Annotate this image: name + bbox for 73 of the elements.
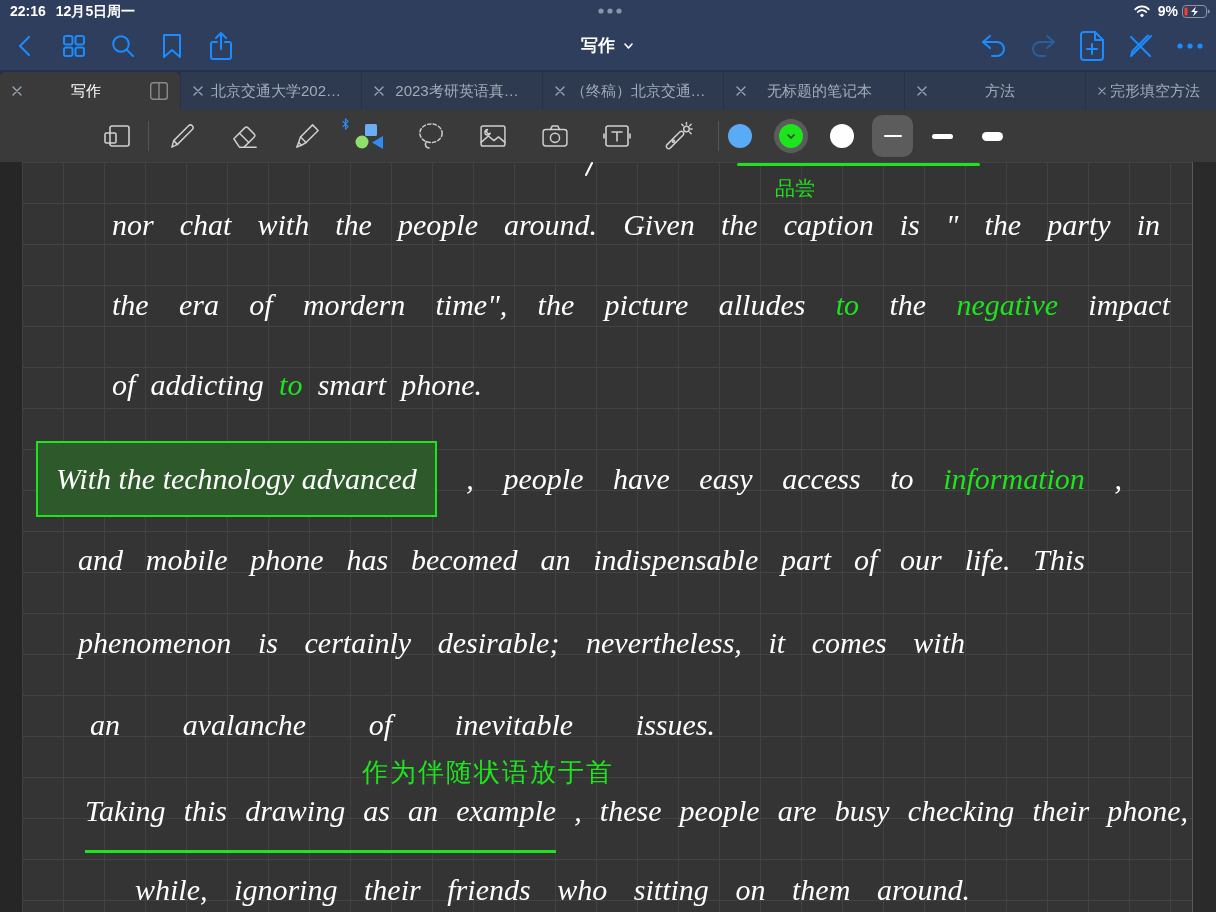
color-swatch-icon[interactable] xyxy=(830,124,854,148)
handwritten-text: the era of mordern time", the picture alludes xyxy=(112,288,806,321)
tab[interactable]: 完形填空方法 xyxy=(1086,72,1216,110)
highlighter-icon[interactable] xyxy=(294,123,320,149)
handwritten-text: , people have easy access to xyxy=(466,462,914,495)
notebook-title[interactable]: 写作 xyxy=(581,33,633,59)
handwritten-text: impact xyxy=(1088,288,1170,321)
close-icon[interactable] xyxy=(917,86,927,96)
more-icon[interactable] xyxy=(1176,43,1203,49)
add-page-icon[interactable] xyxy=(1079,31,1104,61)
tab[interactable]: （终稿）北京交通… xyxy=(543,72,723,110)
close-icon[interactable] xyxy=(374,86,384,96)
share-icon[interactable] xyxy=(209,32,232,60)
handwritten-note: 作为伴随状语放于首 xyxy=(362,758,614,786)
image-icon[interactable] xyxy=(480,125,506,147)
text-box-icon[interactable] xyxy=(603,124,631,148)
close-icon[interactable] xyxy=(736,86,746,96)
handwritten-text: phenomenon is certainly desirable; nevertheless, it comes with xyxy=(78,626,965,659)
split-view-icon[interactable] xyxy=(150,82,168,100)
tab[interactable]: 写作 xyxy=(0,72,180,110)
handwritten-text: smart phone. xyxy=(317,368,483,401)
bluetooth-icon xyxy=(342,118,349,130)
battery-icon xyxy=(1182,4,1210,18)
handwritten-text: negative xyxy=(956,288,1058,321)
handwritten-text: to xyxy=(835,288,860,321)
pen-cross-icon[interactable] xyxy=(1128,34,1153,58)
close-icon[interactable] xyxy=(1098,86,1106,96)
line-weight-icon xyxy=(883,135,902,137)
handwritten-text: to xyxy=(279,368,303,401)
close-icon[interactable] xyxy=(12,86,22,96)
handwritten-text: and mobile phone has becomed an indispensable part of our life. This xyxy=(78,543,1085,576)
underlined-handwriting: Taking this drawing as an example xyxy=(85,794,557,853)
line-weight-icon xyxy=(932,133,953,139)
handwritten-text: an avalanche of inevitable issues. xyxy=(90,708,715,741)
close-icon[interactable] xyxy=(555,86,565,96)
handwritten-text: the xyxy=(889,288,927,321)
bookmark-icon[interactable] xyxy=(162,34,181,58)
handwritten-text: information xyxy=(943,462,1085,495)
lasso-icon[interactable] xyxy=(418,122,444,150)
handwritten-text: nor chat with the people around. Given the caption is " the party in xyxy=(112,208,1160,241)
search-icon[interactable] xyxy=(111,35,134,57)
status-time: 22:16 xyxy=(10,1,46,21)
handwritten-text: , these people are busy checking their phone, xyxy=(574,794,1188,827)
chevron-down-icon xyxy=(624,43,633,49)
handwritten-text: while, ignoring their friends who sitting on them around. xyxy=(135,873,970,906)
handwritten-text: With the technology advanced xyxy=(56,462,417,495)
undo-icon[interactable] xyxy=(981,35,1006,57)
tab[interactable]: 2023考研英语真… xyxy=(362,72,542,110)
color-swatch-icon[interactable] xyxy=(774,119,808,153)
page-window-icon[interactable] xyxy=(104,125,130,147)
shapes-icon[interactable] xyxy=(354,122,384,150)
camera-icon[interactable] xyxy=(542,125,568,147)
ink-stroke xyxy=(585,162,593,176)
tab[interactable]: 北京交通大学202… xyxy=(181,72,361,110)
wifi-icon xyxy=(1133,5,1150,17)
battery-percent: 9% xyxy=(1157,1,1178,21)
back-icon[interactable] xyxy=(19,36,30,56)
line-weight-icon xyxy=(982,131,1003,141)
laser-pointer-icon[interactable] xyxy=(665,121,693,151)
color-swatch-icon[interactable] xyxy=(728,124,752,148)
tab[interactable]: 无标题的笔记本 xyxy=(724,72,904,110)
dots-icon[interactable] xyxy=(598,8,622,14)
handwritten-text: of addicting xyxy=(112,368,264,401)
eraser-icon[interactable] xyxy=(232,123,258,149)
close-icon[interactable] xyxy=(193,86,203,96)
stroke-width-button[interactable] xyxy=(872,115,913,157)
tab[interactable]: 方法 xyxy=(905,72,1085,110)
handwritten-note: 品尝 xyxy=(775,176,815,200)
status-date: 12月5日周一 xyxy=(55,1,136,21)
pen-icon[interactable] xyxy=(170,123,196,149)
grid-icon[interactable] xyxy=(62,35,85,57)
handwritten-text: , xyxy=(1114,462,1122,495)
chevron-icon xyxy=(787,133,795,139)
